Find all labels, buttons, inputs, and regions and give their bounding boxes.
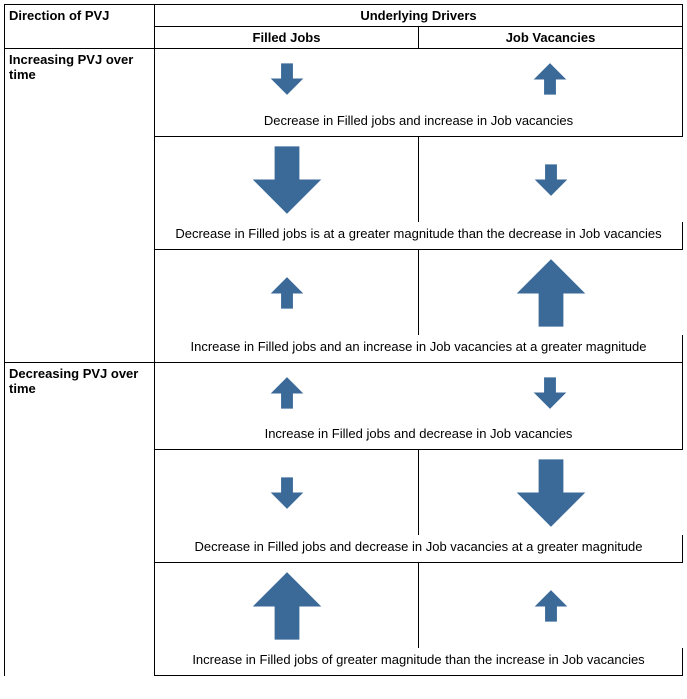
arrow-up-icon bbox=[270, 276, 304, 310]
header-vacancies: Job Vacancies bbox=[419, 27, 683, 49]
header-filled: Filled Jobs bbox=[155, 27, 419, 49]
filled-arrow-cell bbox=[155, 563, 419, 649]
scenario-caption: Decrease in Filled jobs is at a greater … bbox=[155, 222, 683, 250]
header-direction: Direction of PVJ bbox=[5, 5, 155, 49]
filled-arrow-cell bbox=[155, 450, 419, 536]
arrow-down-icon bbox=[533, 376, 567, 410]
scenario-caption: Increase in Filled jobs and decrease in … bbox=[155, 422, 683, 450]
arrow-up-icon bbox=[252, 571, 322, 641]
vacancies-arrow-cell bbox=[419, 249, 683, 335]
arrow-down-icon bbox=[270, 476, 304, 510]
filled-arrow-cell bbox=[155, 136, 419, 222]
header-underlying: Underlying Drivers bbox=[155, 5, 683, 27]
direction-increasing: Increasing PVJ over time bbox=[5, 49, 155, 363]
vacancies-arrow-cell bbox=[419, 362, 683, 422]
scenario-caption: Decrease in Filled jobs and decrease in … bbox=[155, 535, 683, 563]
arrow-up-icon bbox=[533, 62, 567, 96]
arrow-down-icon bbox=[534, 163, 568, 197]
vacancies-arrow-cell bbox=[419, 450, 683, 536]
arrow-up-icon bbox=[534, 589, 568, 623]
direction-decreasing: Decreasing PVJ over time bbox=[5, 362, 155, 676]
pvj-drivers-table: Direction of PVJ Underlying Drivers Fill… bbox=[4, 4, 683, 676]
arrow-up-icon bbox=[270, 376, 304, 410]
arrow-down-icon bbox=[270, 62, 304, 96]
scenario-caption: Decrease in Filled jobs and increase in … bbox=[155, 109, 683, 137]
filled-arrow-cell bbox=[155, 49, 419, 109]
filled-arrow-cell bbox=[155, 362, 419, 422]
scenario-caption: Increase in Filled jobs of greater magni… bbox=[155, 648, 683, 676]
scenario-caption: Increase in Filled jobs and an increase … bbox=[155, 335, 683, 363]
vacancies-arrow-cell bbox=[419, 49, 683, 109]
arrow-down-icon bbox=[252, 145, 322, 215]
vacancies-arrow-cell bbox=[419, 563, 683, 649]
arrow-down-icon bbox=[516, 458, 586, 528]
arrow-up-icon bbox=[516, 258, 586, 328]
filled-arrow-cell bbox=[155, 249, 419, 335]
vacancies-arrow-cell bbox=[419, 136, 683, 222]
